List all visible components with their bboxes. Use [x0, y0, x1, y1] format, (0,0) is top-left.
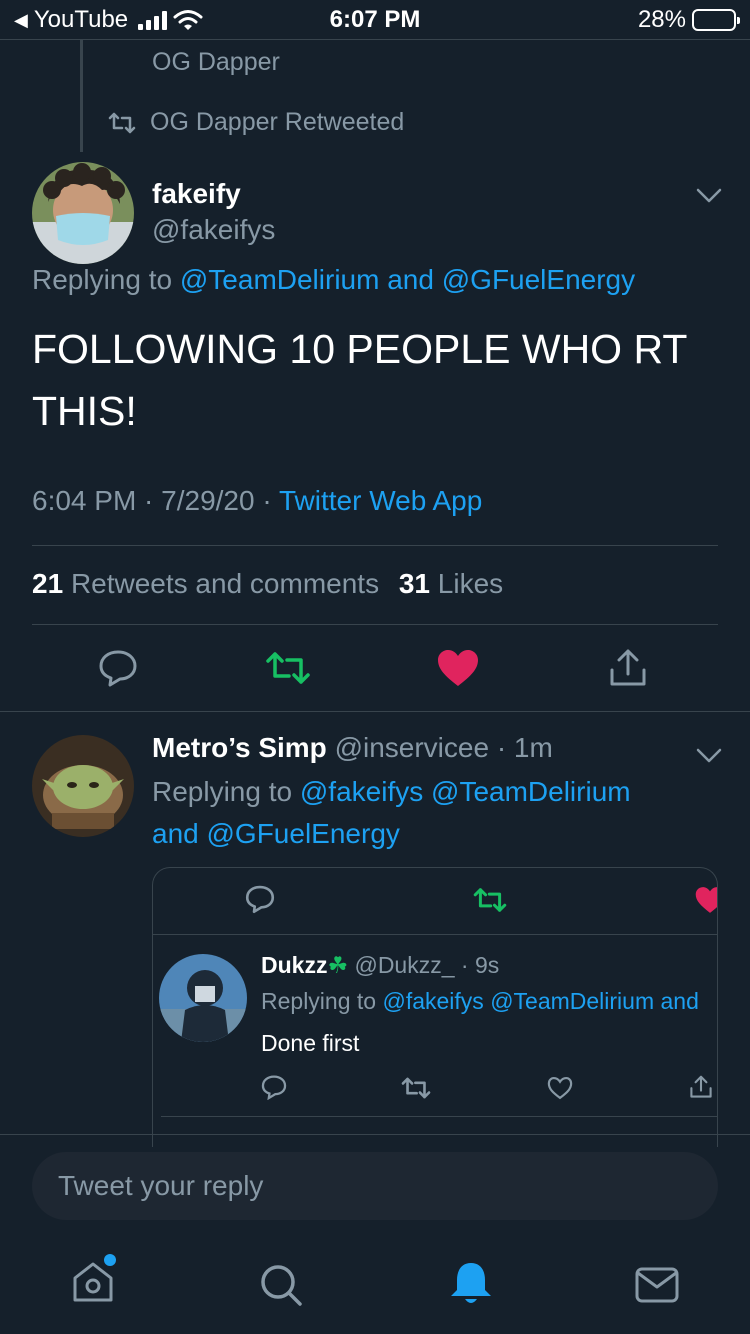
replying-and[interactable]: and — [387, 264, 434, 295]
quoted-text: Done first — [261, 1030, 360, 1056]
reply-icon — [99, 650, 137, 687]
replying-and: and — [660, 988, 699, 1014]
share-button[interactable] — [598, 638, 658, 698]
quoted-avatar — [159, 954, 247, 1042]
unread-dot — [104, 1254, 116, 1266]
battery-percent: 28% — [637, 6, 686, 33]
display-name[interactable]: fakeify — [152, 178, 241, 210]
retweet-context-label: OG Dapper Retweeted — [150, 108, 405, 136]
tweet-text-line: FOLLOWING 10 PEOPLE WHO RT — [32, 326, 688, 372]
divider — [0, 1134, 750, 1135]
quoted-retweet-icon — [401, 1076, 431, 1105]
avatar-photo-icon — [32, 735, 134, 837]
retweet-button[interactable] — [258, 638, 318, 698]
reply-input[interactable] — [32, 1152, 718, 1220]
reply-replying-to: Replying to @fakeifys @TeamDelirium and … — [152, 771, 712, 855]
embed-reply-icon — [245, 884, 275, 919]
avatar-photo-icon — [32, 162, 134, 264]
parent-tweet-name[interactable]: OG Dapper — [152, 48, 280, 77]
mention-link[interactable]: @TeamDelirium — [180, 264, 380, 295]
quoted-reply-icon — [261, 1074, 287, 1105]
retweets-count: 21 — [32, 568, 64, 599]
divider — [0, 711, 750, 712]
tab-notifications[interactable] — [446, 1258, 496, 1313]
replying-to-prefix: Replying to — [261, 988, 377, 1014]
chevron-down-icon[interactable] — [696, 180, 722, 211]
status-bar: ◀ YouTube 6:07 PM 28% — [0, 0, 750, 40]
divider — [32, 624, 718, 625]
share-icon — [610, 649, 646, 686]
mention-link: @fakeifys — [382, 988, 484, 1014]
tweet-text: FOLLOWING 10 PEOPLE WHO RT THIS! — [32, 318, 687, 442]
battery-status: 28% — [637, 6, 740, 34]
divider — [32, 545, 718, 546]
retweets-stat[interactable]: 21 Retweets and comments — [32, 568, 387, 599]
tweet-source[interactable]: Twitter Web App — [279, 485, 482, 516]
quoted-share-icon — [689, 1074, 713, 1105]
avatar-photo-icon — [159, 954, 247, 1042]
retweet-context[interactable]: OG Dapper Retweeted — [108, 108, 404, 137]
reply-button[interactable] — [88, 638, 148, 698]
tweet-stats: 21 Retweets and comments 31 Likes — [32, 568, 503, 600]
embed-retweet-icon — [473, 886, 507, 919]
reply-display-name[interactable]: Metro’s Simp — [152, 732, 327, 763]
mention-link[interactable]: @fakeifys — [300, 776, 423, 807]
replying-and[interactable]: and — [152, 818, 199, 849]
chevron-down-icon[interactable] — [696, 740, 722, 771]
tweet-meta: 6:04 PM · 7/29/20 · Twitter Web App — [32, 485, 482, 517]
mention-link[interactable]: @TeamDelirium — [431, 776, 631, 807]
tweet-timestamp: 6:04 PM · 7/29/20 · — [32, 485, 272, 516]
messages-icon — [635, 1267, 679, 1303]
likes-stat[interactable]: 31 Likes — [399, 568, 503, 599]
replying-to-prefix: Replying to — [32, 264, 173, 295]
tab-search[interactable] — [256, 1260, 306, 1315]
reply-handle-time[interactable]: @inservicee · 1m — [335, 732, 553, 763]
mention-link[interactable]: @GFuelEnergy — [442, 264, 635, 295]
tab-home[interactable] — [68, 1254, 118, 1311]
replying-to: Replying to @TeamDelirium and @GFuelEner… — [32, 264, 635, 296]
avatar[interactable] — [32, 162, 134, 264]
mention-link: @TeamDelirium — [490, 988, 655, 1014]
quoted-replying-to: Replying to @fakeifys @TeamDelirium and — [261, 988, 699, 1015]
thread-line — [80, 40, 83, 152]
replying-to-prefix: Replying to — [152, 776, 293, 807]
embedded-image[interactable]: Dukzz☘ @Dukzz_ · 9s Replying to @fakeify… — [152, 867, 718, 1147]
reply-header: Metro’s Simp @inservicee · 1m — [152, 732, 553, 764]
quoted-handle-time: @Dukzz_ · 9s — [354, 952, 500, 978]
quoted-heart-icon — [547, 1076, 573, 1105]
embed-heart-icon — [695, 886, 717, 919]
quoted-header: Dukzz☘ @Dukzz_ · 9s — [261, 952, 499, 979]
shamrock-emoji: ☘ — [327, 952, 349, 978]
quoted-display-name: Dukzz — [261, 952, 328, 978]
reply-composer[interactable] — [32, 1152, 718, 1220]
likes-label: Likes — [437, 568, 504, 599]
heart-filled-icon — [438, 650, 478, 686]
retweets-label: Retweets and comments — [70, 568, 380, 599]
divider — [153, 934, 717, 935]
notifications-icon — [451, 1263, 491, 1303]
mention-link[interactable]: @GFuelEnergy — [207, 818, 400, 849]
retweet-small-icon — [108, 112, 136, 133]
battery-icon — [692, 9, 740, 31]
likes-count: 31 — [398, 568, 431, 599]
tweet-text-line: THIS! — [32, 388, 137, 434]
avatar[interactable] — [32, 735, 134, 837]
search-icon — [261, 1265, 302, 1306]
retweet-icon — [266, 652, 310, 684]
user-handle[interactable]: @fakeifys — [152, 214, 275, 246]
divider — [161, 1116, 717, 1117]
tab-messages[interactable] — [632, 1260, 682, 1315]
like-button[interactable] — [428, 638, 488, 698]
